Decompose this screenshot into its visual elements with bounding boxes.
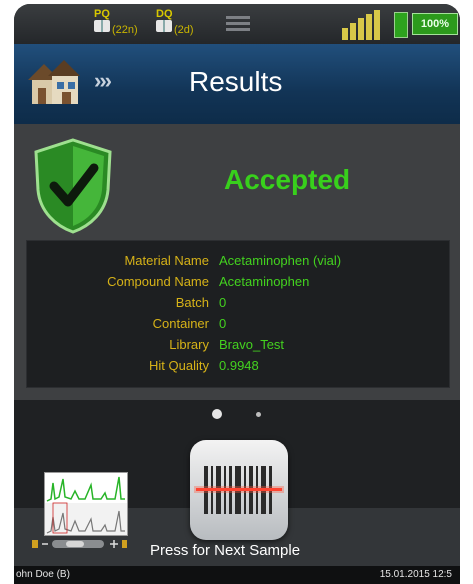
detail-value: 0 bbox=[219, 295, 227, 310]
pq-label: PQ bbox=[94, 8, 110, 20]
battery-percentage: 100% bbox=[412, 13, 458, 35]
result-details: Material Name Acetaminophen (vial) Compo… bbox=[26, 240, 450, 388]
signal-bars-icon bbox=[342, 10, 388, 40]
detail-row-container: Container 0 bbox=[27, 316, 449, 337]
page-dot[interactable] bbox=[256, 412, 261, 417]
menu-icon[interactable] bbox=[226, 16, 250, 32]
detail-value: Acetaminophen bbox=[219, 274, 310, 289]
pq-count: (22n) bbox=[112, 24, 138, 36]
shield-check-icon bbox=[34, 138, 112, 234]
detail-row-library: Library Bravo_Test bbox=[27, 337, 449, 358]
detail-row-batch: Batch 0 bbox=[27, 295, 449, 316]
dq-label: DQ bbox=[156, 8, 173, 20]
device-screen: PQ (22n) DQ (2d) 100% ››› Results Accept… bbox=[14, 4, 460, 584]
dq-book-icon bbox=[156, 20, 172, 32]
user-label: ohn Doe (B) bbox=[16, 569, 70, 580]
page-header: ››› Results bbox=[14, 44, 460, 124]
breadcrumb-chevrons: ››› bbox=[94, 68, 112, 93]
result-panel: Accepted Material Name Acetaminophen (vi… bbox=[14, 124, 460, 400]
spectrum-zoom-controls[interactable] bbox=[32, 538, 128, 550]
detail-row-hit-quality: Hit Quality 0.9948 bbox=[27, 358, 449, 379]
dq-count: (2d) bbox=[174, 24, 194, 36]
home-icon[interactable] bbox=[24, 56, 82, 108]
barcode-scan-icon bbox=[194, 466, 284, 514]
footer-bar: ohn Doe (B) 15.01.2015 12:5 bbox=[14, 566, 460, 584]
result-status: Accepted bbox=[224, 164, 351, 195]
detail-label: Hit Quality bbox=[149, 358, 209, 373]
detail-value: 0 bbox=[219, 316, 227, 331]
detail-label: Container bbox=[152, 316, 209, 331]
detail-label: Compound Name bbox=[107, 274, 209, 289]
next-sample-scan-button[interactable] bbox=[190, 440, 288, 540]
status-bar: PQ (22n) DQ (2d) 100% bbox=[14, 4, 460, 44]
bottom-area: Press for Next Sample bbox=[14, 400, 460, 566]
detail-label: Batch bbox=[175, 295, 209, 310]
next-sample-label[interactable]: Press for Next Sample bbox=[150, 542, 300, 559]
detail-value: Acetaminophen (vial) bbox=[219, 253, 342, 268]
detail-row-compound-name: Compound Name Acetaminophen bbox=[27, 274, 449, 295]
detail-value: 0.9948 bbox=[219, 358, 259, 373]
detail-value: Bravo_Test bbox=[219, 337, 285, 352]
pq-book-icon bbox=[94, 20, 110, 32]
page-dot-active[interactable] bbox=[212, 409, 222, 419]
detail-row-material-name: Material Name Acetaminophen (vial) bbox=[27, 253, 449, 274]
spectrum-thumbnail-icon[interactable] bbox=[44, 472, 128, 536]
detail-label: Library bbox=[169, 337, 209, 352]
page-title: Results bbox=[189, 66, 283, 97]
detail-label: Material Name bbox=[124, 253, 209, 268]
datetime-label: 15.01.2015 12:5 bbox=[379, 569, 452, 580]
battery-icon bbox=[394, 12, 408, 38]
